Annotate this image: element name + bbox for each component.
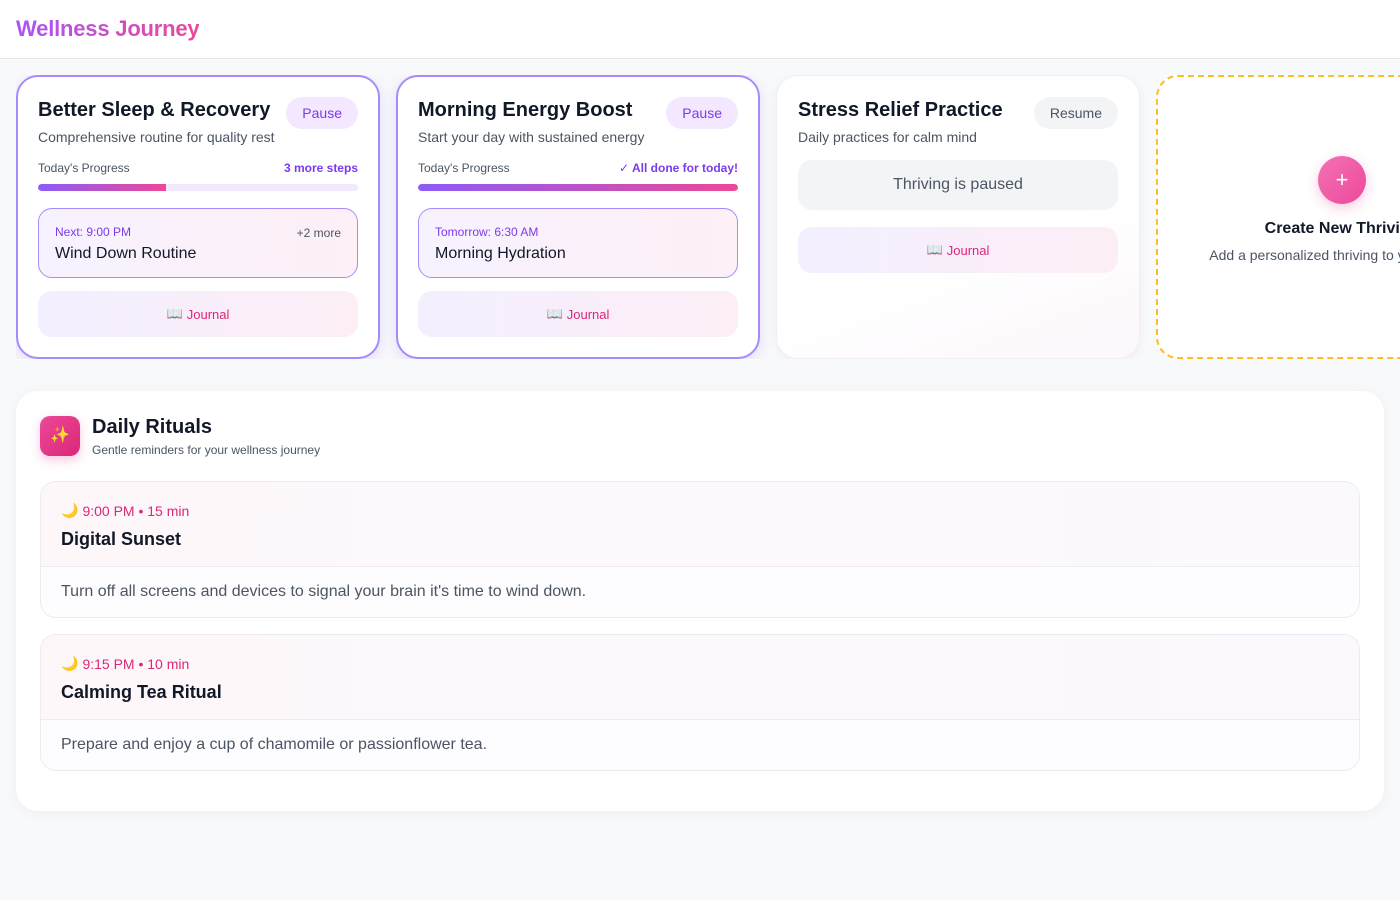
resume-button[interactable]: Resume: [1033, 97, 1118, 129]
create-thriving-card[interactable]: + Create New Thriving Add a personalized…: [1156, 75, 1400, 359]
journal-button[interactable]: 📖 Journal: [418, 291, 738, 337]
thriving-cards: Better Sleep & Recovery Comprehensive ro…: [16, 75, 1400, 359]
next-step-name: Wind Down Routine: [55, 245, 197, 262]
daily-rituals-panel: ✨ Daily Rituals Gentle reminders for you…: [16, 391, 1384, 811]
journal-button[interactable]: 📖 Journal: [38, 291, 358, 337]
journal-button[interactable]: 📖 Journal: [798, 227, 1118, 273]
ritual-description: Prepare and enjoy a cup of chamomile or …: [61, 736, 488, 753]
ritual-item[interactable]: 🌙 9:15 PM • 10 min Calming Tea Ritual Pr…: [40, 634, 1360, 771]
next-step[interactable]: Tomorrow: 6:30 AM Morning Hydration: [418, 208, 738, 278]
progress-fill: [38, 184, 166, 191]
progress-bar: [418, 184, 738, 191]
journal-label: Journal: [566, 306, 610, 322]
next-step-name: Morning Hydration: [435, 245, 566, 262]
paused-notice: Thriving is paused: [798, 160, 1118, 210]
rituals-subtitle: Gentle reminders for your wellness journ…: [92, 443, 321, 457]
app-title: Wellness Journey: [16, 16, 200, 41]
moon-icon: 🌙: [61, 655, 79, 671]
pause-button[interactable]: Pause: [286, 97, 358, 129]
sparkles-icon: ✨: [40, 416, 80, 456]
progress-status: ✓ All done for today!: [619, 161, 738, 175]
pause-button[interactable]: Pause: [666, 97, 738, 129]
card-subtitle: Comprehensive routine for quality rest: [38, 129, 275, 145]
journal-label: Journal: [186, 306, 230, 322]
ritual-name: Digital Sunset: [61, 529, 182, 549]
progress-label: Today's Progress: [418, 161, 510, 175]
card-subtitle: Daily practices for calm mind: [798, 129, 977, 145]
plus-icon[interactable]: +: [1318, 156, 1366, 204]
book-icon: 📖: [546, 306, 563, 321]
card-subtitle: Start your day with sustained energy: [418, 129, 645, 145]
book-icon: 📖: [166, 306, 183, 321]
book-icon: 📖: [926, 242, 943, 257]
next-step[interactable]: Next: 9:00 PM +2 more Wind Down Routine: [38, 208, 358, 278]
progress-label: Today's Progress: [38, 161, 130, 175]
progress-status: 3 more steps: [283, 161, 358, 175]
next-step-more: +2 more: [296, 226, 341, 240]
ritual-name: Calming Tea Ritual: [61, 682, 222, 702]
create-title: Create New Thriving: [1264, 220, 1400, 237]
thriving-card-sleep[interactable]: Better Sleep & Recovery Comprehensive ro…: [16, 75, 380, 359]
create-subtitle: Add a personalized thriving to your jour…: [1209, 247, 1400, 263]
rituals-title: Daily Rituals: [92, 416, 213, 438]
progress-bar: [38, 184, 358, 191]
thriving-card-energy[interactable]: Morning Energy Boost Start your day with…: [396, 75, 760, 359]
ritual-item[interactable]: 🌙 9:00 PM • 15 min Digital Sunset Turn o…: [40, 481, 1360, 618]
next-step-time: Tomorrow: 6:30 AM: [435, 225, 539, 239]
journal-label: Journal: [946, 242, 990, 258]
ritual-time: 9:00 PM • 15 min: [82, 502, 190, 519]
thriving-card-stress[interactable]: Stress Relief Practice Daily practices f…: [776, 75, 1140, 359]
top-bar: Wellness Journey: [0, 0, 1400, 59]
ritual-description: Turn off all screens and devices to sign…: [61, 583, 587, 600]
moon-icon: 🌙: [61, 502, 79, 518]
ritual-time: 9:15 PM • 10 min: [82, 655, 190, 672]
progress-fill: [418, 184, 738, 191]
